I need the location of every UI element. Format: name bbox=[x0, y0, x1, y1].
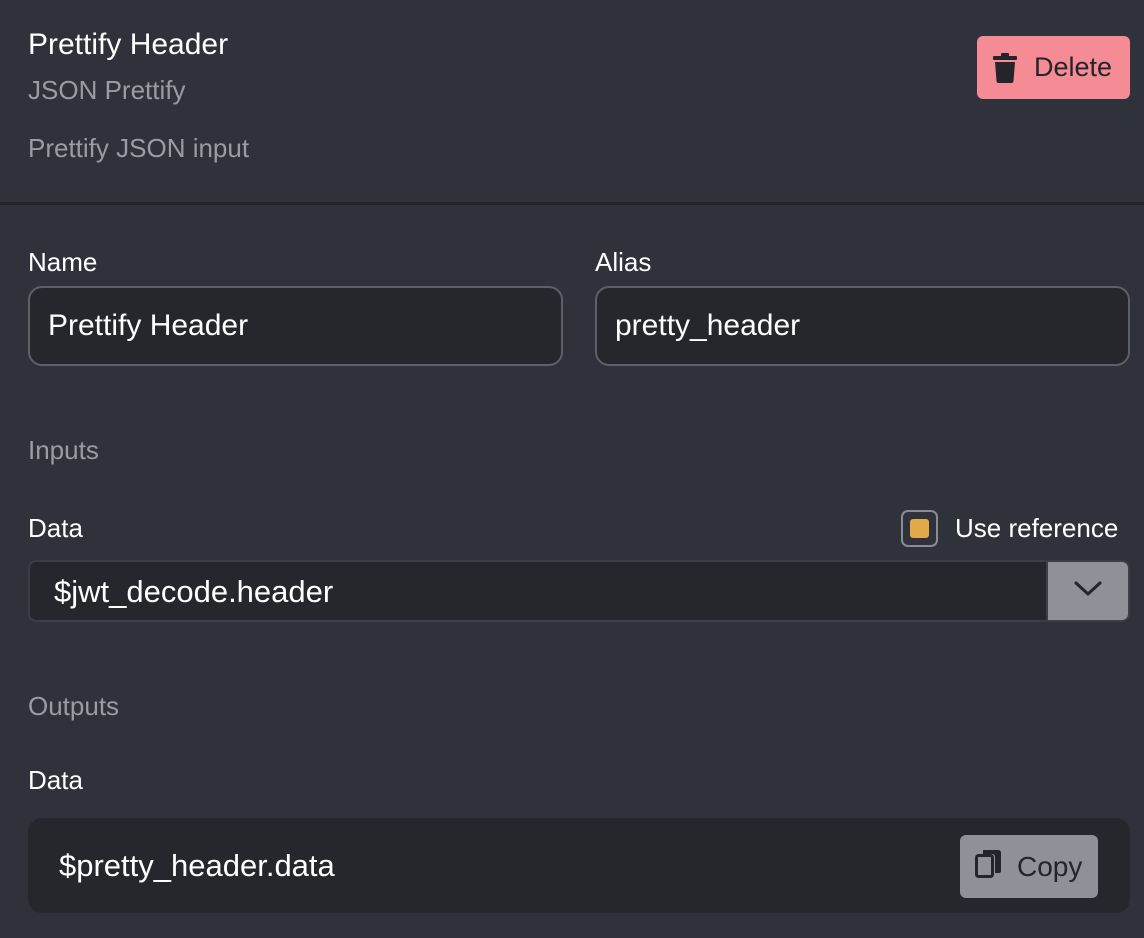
copy-icon bbox=[975, 849, 1002, 884]
node-description: Prettify JSON input bbox=[28, 133, 250, 163]
data-reference-value: $jwt_decode.header bbox=[54, 574, 334, 609]
copy-button[interactable]: Copy bbox=[960, 835, 1098, 898]
input-data-label: Data bbox=[28, 513, 83, 543]
node-type: JSON Prettify bbox=[28, 75, 186, 105]
delete-button-label: Delete bbox=[1034, 52, 1113, 82]
data-reference-select[interactable]: $jwt_decode.header bbox=[28, 560, 1130, 622]
alias-label: Alias bbox=[595, 247, 652, 277]
node-header: Prettify Header JSON Prettify Prettify J… bbox=[0, 0, 1144, 205]
use-reference-label[interactable]: Use reference bbox=[955, 513, 1118, 543]
output-data-value: $pretty_header.data bbox=[59, 848, 335, 883]
delete-button[interactable]: Delete bbox=[977, 36, 1130, 99]
inputs-section-label: Inputs bbox=[28, 435, 99, 465]
copy-button-label: Copy bbox=[1017, 850, 1083, 882]
checkbox-checked-indicator bbox=[910, 519, 929, 538]
trash-icon bbox=[993, 52, 1017, 83]
use-reference-checkbox[interactable] bbox=[901, 510, 938, 547]
dropdown-toggle-button[interactable] bbox=[1046, 562, 1128, 620]
node-title: Prettify Header bbox=[28, 28, 229, 61]
name-input[interactable] bbox=[28, 286, 563, 366]
output-data-box: $pretty_header.data Copy bbox=[28, 818, 1130, 913]
chevron-down-icon bbox=[1074, 581, 1102, 602]
alias-input[interactable] bbox=[595, 286, 1130, 366]
name-label: Name bbox=[28, 247, 98, 277]
outputs-section-label: Outputs bbox=[28, 691, 120, 721]
output-data-label: Data bbox=[28, 765, 83, 795]
